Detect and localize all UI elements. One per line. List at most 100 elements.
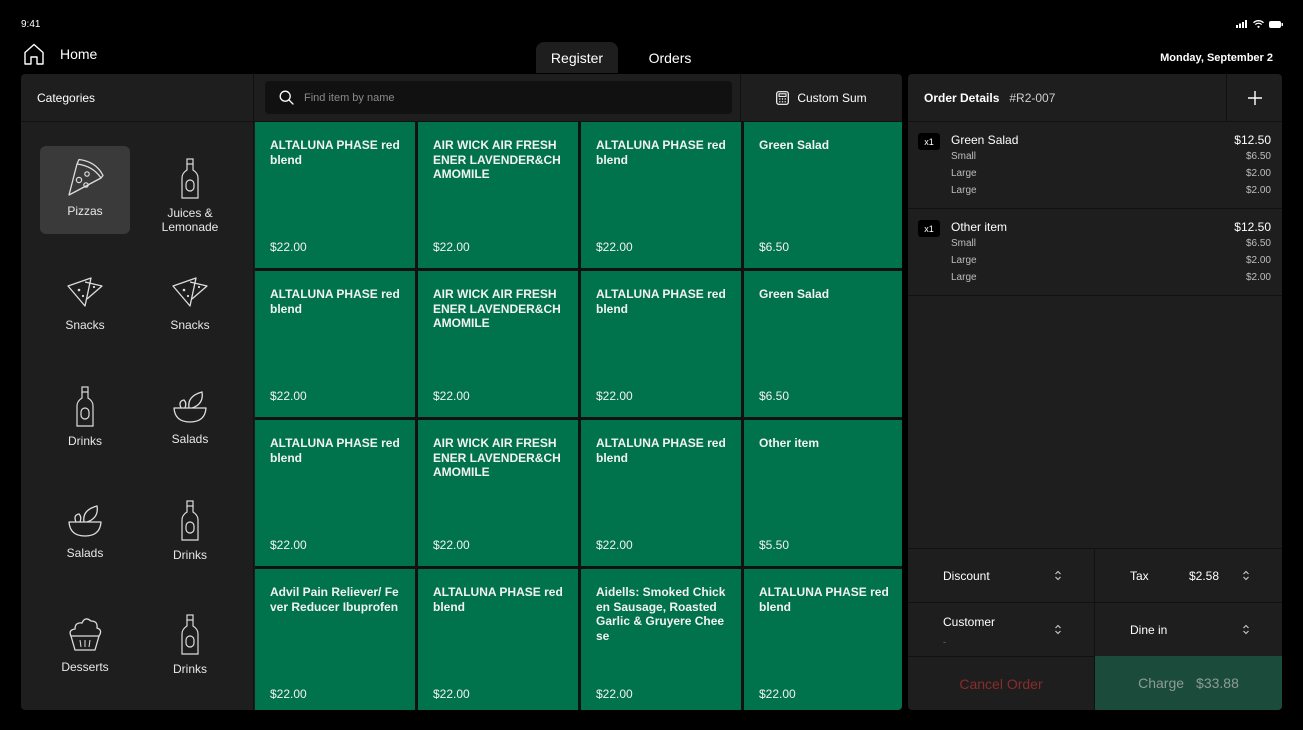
category-drinks[interactable]: Drinks bbox=[40, 374, 130, 462]
item-tile[interactable]: ALTALUNA PHASE red blend $22.00 bbox=[255, 420, 415, 566]
categories-header: Categories bbox=[21, 74, 254, 122]
search-box[interactable] bbox=[265, 81, 732, 114]
item-price: $22.00 bbox=[270, 389, 307, 403]
item-tile[interactable]: ALTALUNA PHASE red blend $22.00 bbox=[255, 271, 415, 417]
customer-select[interactable]: Customer - bbox=[908, 602, 1095, 656]
order-id: #R2-007 bbox=[1009, 90, 1056, 105]
charge-button[interactable]: Charge $33.88 bbox=[1095, 656, 1282, 710]
dine-in-label: Dine in bbox=[1130, 622, 1168, 637]
item-grid: ALTALUNA PHASE red blend $22.00 AIR WICK … bbox=[255, 122, 902, 710]
item-tile[interactable]: Other item $5.50 bbox=[744, 420, 902, 566]
category-label: Salads bbox=[171, 432, 209, 446]
custom-sum-button[interactable]: Custom Sum bbox=[740, 74, 902, 122]
search-input[interactable] bbox=[304, 91, 684, 104]
item-price: $22.00 bbox=[596, 240, 633, 254]
salad-bowl-icon bbox=[68, 505, 102, 537]
discount-label: Discount bbox=[943, 568, 990, 583]
item-name: Aidells: Smoked Chicken Sausage, Roasted… bbox=[596, 585, 726, 643]
item-price: $22.00 bbox=[433, 538, 470, 552]
modifier-name: Large bbox=[951, 168, 977, 179]
search-icon bbox=[279, 90, 294, 105]
dine-in-select[interactable]: Dine in bbox=[1095, 602, 1282, 656]
add-order-button[interactable] bbox=[1226, 74, 1282, 122]
category-salads[interactable]: Salads bbox=[145, 374, 235, 462]
item-tile[interactable]: ALTALUNA PHASE red blend $22.00 bbox=[418, 569, 578, 710]
item-name: ALTALUNA PHASE red blend bbox=[270, 436, 400, 465]
item-tile[interactable]: Advil Pain Reliever/ Fever Reducer Ibupr… bbox=[255, 569, 415, 710]
modifier-price: $6.50 bbox=[1245, 238, 1271, 249]
item-tile[interactable]: Green Salad $6.50 bbox=[744, 271, 902, 417]
line-name: Green Salad bbox=[951, 133, 1019, 147]
category-drinks[interactable]: Drinks bbox=[145, 602, 235, 690]
nachos-icon bbox=[67, 277, 103, 307]
category-label: Drinks bbox=[172, 662, 207, 676]
item-tile[interactable]: AIR WICK AIR FRESHENER LAVENDER&CHAMOMIL… bbox=[418, 122, 578, 268]
modifier-name: Small bbox=[951, 151, 977, 162]
item-tile[interactable]: ALTALUNA PHASE red blend $22.00 bbox=[255, 122, 415, 268]
search-area bbox=[254, 74, 740, 122]
item-name: AIR WICK AIR FRESHENER LAVENDER&CHAMOMIL… bbox=[433, 436, 561, 479]
home-button[interactable]: Home bbox=[22, 42, 97, 66]
category-list: Pizzas Juices & Lemonade Snacks Snacks D… bbox=[21, 122, 254, 710]
dessert-icon bbox=[69, 618, 102, 651]
tax-select[interactable]: Tax $2.58 bbox=[1095, 548, 1282, 602]
item-name: ALTALUNA PHASE red blend bbox=[596, 436, 726, 465]
item-name: AIR WICK AIR FRESHENER LAVENDER&CHAMOMIL… bbox=[433, 287, 561, 330]
category-label: Snacks bbox=[170, 318, 210, 332]
category-pizzas[interactable]: Pizzas bbox=[40, 146, 130, 234]
category-desserts[interactable]: Desserts bbox=[40, 602, 130, 690]
chevron-updown-icon bbox=[1243, 570, 1249, 581]
category-drinks[interactable]: Drinks bbox=[145, 488, 235, 576]
pizza-icon bbox=[68, 158, 104, 196]
status-time: 9:41 bbox=[21, 19, 41, 30]
item-tile[interactable]: AIR WICK AIR FRESHENER LAVENDER&CHAMOMIL… bbox=[418, 271, 578, 417]
cancel-order-button[interactable]: Cancel Order bbox=[908, 656, 1095, 710]
chevron-updown-icon bbox=[1055, 624, 1061, 635]
wifi-icon bbox=[1253, 20, 1264, 28]
bottle-icon bbox=[181, 614, 199, 655]
tab-orders[interactable]: Orders bbox=[618, 42, 722, 73]
item-tile[interactable]: AIR WICK AIR FRESHENER LAVENDER&CHAMOMIL… bbox=[418, 420, 578, 566]
item-tile[interactable]: ALTALUNA PHASE red blend $22.00 bbox=[581, 122, 741, 268]
battery-icon bbox=[1269, 20, 1283, 28]
item-tile[interactable]: ALTALUNA PHASE red blend $22.00 bbox=[581, 420, 741, 566]
category-label: Salads bbox=[66, 546, 104, 560]
order-title: Order Details bbox=[924, 90, 1000, 105]
category-label: Drinks bbox=[67, 434, 102, 448]
category-snacks[interactable]: Snacks bbox=[40, 260, 130, 348]
modifier-price: $2.00 bbox=[1245, 255, 1271, 266]
customer-value: - bbox=[943, 637, 946, 647]
order-line[interactable]: x1 Green Salad $12.50 Small $6.50 Large … bbox=[908, 122, 1282, 209]
register-panel: Categories Custom Sum Pizzas Juices & Le… bbox=[21, 74, 902, 710]
nachos-icon bbox=[172, 277, 208, 307]
item-tile[interactable]: ALTALUNA PHASE red blend $22.00 bbox=[581, 271, 741, 417]
category-salads[interactable]: Salads bbox=[40, 488, 130, 576]
item-tile[interactable]: Green Salad $6.50 bbox=[744, 122, 902, 268]
item-price: $22.00 bbox=[270, 687, 307, 701]
item-name: AIR WICK AIR FRESHENER LAVENDER&CHAMOMIL… bbox=[433, 138, 561, 181]
item-tile[interactable]: ALTALUNA PHASE red blend $22.00 bbox=[744, 569, 902, 710]
custom-sum-label: Custom Sum bbox=[797, 90, 867, 105]
item-name: ALTALUNA PHASE red blend bbox=[759, 585, 889, 614]
item-price: $6.50 bbox=[759, 389, 790, 403]
item-name: ALTALUNA PHASE red blend bbox=[270, 138, 400, 167]
order-line[interactable]: x1 Other item $12.50 Small $6.50 Large $… bbox=[908, 209, 1282, 296]
item-name: Other item bbox=[759, 436, 820, 450]
tab-register[interactable]: Register bbox=[536, 42, 618, 73]
modifier-name: Large bbox=[951, 272, 977, 283]
discount-select[interactable]: Discount bbox=[908, 548, 1095, 602]
modifier-name: Large bbox=[951, 185, 977, 196]
modifier-price: $6.50 bbox=[1245, 151, 1271, 162]
chevron-updown-icon bbox=[1055, 570, 1061, 581]
status-bar: 9:41 bbox=[0, 0, 1303, 40]
modifier-price: $2.00 bbox=[1245, 272, 1271, 283]
category-juices[interactable]: Juices & Lemonade bbox=[145, 146, 235, 234]
item-tile[interactable]: Aidells: Smoked Chicken Sausage, Roasted… bbox=[581, 569, 741, 710]
plus-icon bbox=[1247, 91, 1262, 105]
modifier-price: $2.00 bbox=[1245, 185, 1271, 196]
item-price: $5.50 bbox=[759, 538, 790, 552]
category-snacks[interactable]: Snacks bbox=[145, 260, 235, 348]
category-label: Pizzas bbox=[67, 204, 103, 218]
current-date: Monday, September 2 bbox=[1160, 52, 1273, 64]
item-price: $22.00 bbox=[596, 389, 633, 403]
